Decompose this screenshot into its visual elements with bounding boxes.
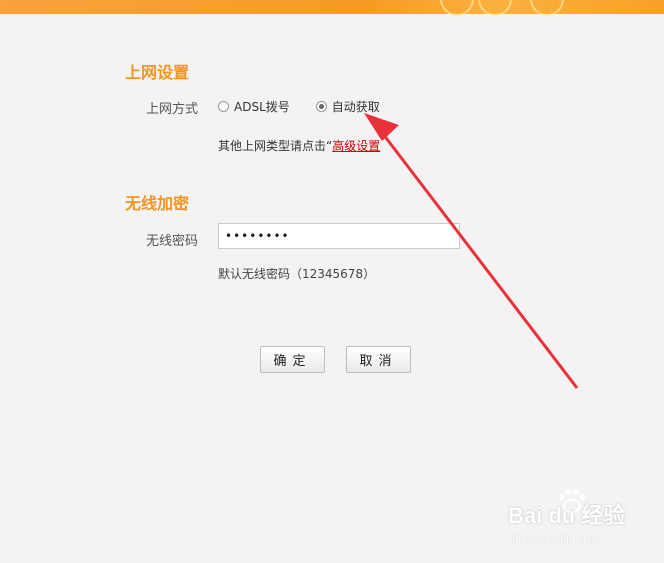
watermark-brand: Bai du 经验 [508, 503, 626, 528]
header-decoration [530, 0, 564, 16]
confirm-button[interactable]: 确定 [260, 346, 325, 373]
default-password-note: 默认无线密码（12345678） [218, 267, 376, 281]
radio-adsl-indicator[interactable] [218, 101, 229, 112]
radio-adsl[interactable]: ADSL拨号 [218, 98, 290, 115]
cancel-button[interactable]: 取消 [346, 346, 411, 373]
baidu-jingyan-watermark: Bai du 经验 jingyan.baidu.com [508, 488, 658, 558]
header-bar [0, 0, 664, 16]
watermark-url: jingyan.baidu.com [510, 533, 599, 545]
advanced-hint-text: 其他上网类型请点击“ [218, 139, 333, 153]
wireless-password-label: 无线密码 [145, 234, 198, 249]
header-decoration [478, 0, 512, 16]
radio-auto-indicator[interactable] [315, 101, 327, 112]
wireless-encryption-title: 无线加密 [125, 194, 190, 213]
connection-type-radio-group: ADSL拨号 自动获取 [218, 98, 406, 115]
radio-auto[interactable]: 自动获取 [315, 98, 380, 115]
header-decoration [440, 0, 474, 16]
wireless-password-input[interactable] [218, 223, 460, 249]
internet-settings-title: 上网设置 [125, 63, 190, 82]
advanced-settings-hint: 其他上网类型请点击“高级设置 [218, 137, 380, 154]
advanced-settings-link[interactable]: 高级设置 [332, 139, 380, 153]
connection-type-label: 上网方式 [145, 102, 198, 117]
radio-adsl-label: ADSL拨号 [234, 100, 290, 114]
radio-auto-label: 自动获取 [331, 100, 380, 114]
